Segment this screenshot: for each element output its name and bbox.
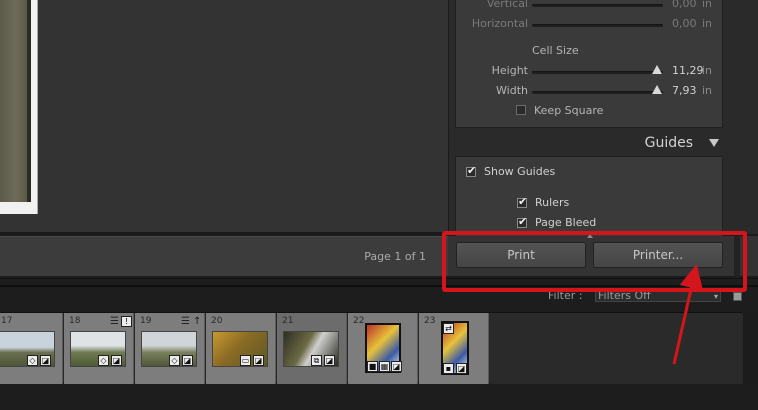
page-sheet bbox=[0, 0, 38, 214]
height-slider-thumb[interactable] bbox=[652, 65, 662, 74]
up-arrow-icon: ↑ bbox=[193, 316, 202, 327]
cell-number: 18 bbox=[69, 316, 81, 326]
print-preview-canvas bbox=[0, 0, 448, 234]
width-label: Width bbox=[496, 84, 528, 97]
list-icon: ☰ bbox=[110, 316, 119, 327]
cell-number: 20 bbox=[211, 316, 223, 326]
filmstrip-cell[interactable]: 17 ◇ ◪ bbox=[0, 313, 63, 385]
tag-icon: ◇ bbox=[169, 355, 180, 366]
vertical-slider-track[interactable] bbox=[532, 4, 663, 7]
filmstrip-empty-area bbox=[490, 313, 743, 385]
height-row: Height 11,29 in bbox=[456, 64, 724, 80]
filmstrip: 17 ◇ ◪ 18 ☰ ! ◇ ◪ 19 ☰ ↑ ◇ ◪ 20 ▭ ◪ 21 ⧉… bbox=[0, 312, 743, 385]
tag-icon: ◇ bbox=[98, 355, 109, 366]
annotation-highlight-box bbox=[442, 231, 747, 292]
tag-icon: ◇ bbox=[27, 355, 38, 366]
guides-panel: Show Guides Rulers Page Bleed bbox=[455, 156, 723, 236]
horizontal-spacing-row: Horizontal 0,00 in bbox=[456, 17, 724, 33]
page-bleed-option[interactable]: Page Bleed bbox=[517, 215, 597, 229]
horizontal-unit: in bbox=[702, 17, 713, 30]
square-icon: ■ bbox=[367, 361, 378, 372]
cell-number: 21 bbox=[282, 316, 294, 326]
edit-icon: ◪ bbox=[324, 355, 335, 366]
edit-icon: ◪ bbox=[40, 355, 51, 366]
edit-icon: ◪ bbox=[253, 355, 264, 366]
width-row: Width 7,93 in bbox=[456, 84, 724, 100]
bottom-strip bbox=[0, 384, 758, 410]
horizontal-value[interactable]: 0,00 bbox=[672, 17, 697, 30]
flag-icon: ! bbox=[121, 316, 132, 327]
height-value[interactable]: 11,29 bbox=[672, 64, 704, 77]
cell-number: 23 bbox=[424, 316, 436, 326]
edit-icon: ◪ bbox=[182, 355, 193, 366]
width-value[interactable]: 7,93 bbox=[672, 84, 697, 97]
horizontal-slider-track[interactable] bbox=[532, 24, 663, 27]
edit-icon: ◪ bbox=[391, 361, 402, 372]
height-label: Height bbox=[491, 64, 528, 77]
horizontal-label: Horizontal bbox=[471, 17, 528, 30]
height-slider-track[interactable] bbox=[532, 71, 663, 74]
cell-number: 22 bbox=[353, 316, 365, 326]
filmstrip-cell[interactable]: 18 ☰ ! ◇ ◪ bbox=[64, 313, 134, 385]
sync-icon: ⇄ bbox=[443, 323, 454, 334]
show-guides-option[interactable]: Show Guides bbox=[466, 164, 556, 178]
filmstrip-cell[interactable]: 21 ⧉ ◪ bbox=[277, 313, 347, 385]
edit-icon: ◪ bbox=[111, 355, 122, 366]
vertical-label: Vertical bbox=[486, 0, 528, 10]
filmstrip-cell[interactable]: 22 ■ ▦ ◪ bbox=[348, 313, 418, 385]
vertical-unit: in bbox=[702, 0, 713, 10]
vertical-spacing-row: Vertical 0,00 in bbox=[456, 0, 724, 13]
rulers-label: Rulers bbox=[535, 196, 570, 209]
height-unit: in bbox=[702, 64, 713, 77]
show-guides-checkbox[interactable] bbox=[466, 164, 476, 177]
layout-panel: Vertical 0,00 in Horizontal 0,00 in Cell… bbox=[455, 0, 723, 128]
guides-panel-header[interactable]: Guides bbox=[455, 133, 723, 153]
edit-icon: ◪ bbox=[456, 363, 467, 374]
collapse-triangle-icon[interactable] bbox=[709, 139, 719, 147]
cell-number: 17 bbox=[1, 316, 13, 326]
bottom-toolbar: Page 1 of 1 bbox=[0, 236, 448, 276]
width-slider-thumb[interactable] bbox=[652, 85, 662, 94]
guides-title: Guides bbox=[644, 135, 693, 151]
filmstrip-cell[interactable]: 19 ☰ ↑ ◇ ◪ bbox=[135, 313, 205, 385]
page-bleed-checkbox[interactable] bbox=[517, 215, 527, 228]
width-unit: in bbox=[702, 84, 713, 97]
rulers-option[interactable]: Rulers bbox=[517, 195, 570, 209]
cell-number: 19 bbox=[140, 316, 152, 326]
page-count: Page 1 of 1 bbox=[364, 250, 426, 263]
filmstrip-cell[interactable]: 23 ⇄ ▪ ◪ bbox=[419, 313, 489, 385]
page-bleed-label: Page Bleed bbox=[535, 216, 597, 229]
vertical-value[interactable]: 0,00 bbox=[672, 0, 697, 10]
panel-separator bbox=[0, 232, 448, 234]
crop-icon: ▭ bbox=[240, 355, 251, 366]
crop-icon: ▦ bbox=[379, 361, 390, 372]
filmstrip-cell[interactable]: 20 ▭ ◪ bbox=[206, 313, 276, 385]
cell-size-title: Cell Size bbox=[532, 44, 579, 57]
comment-icon: ▪ bbox=[443, 363, 454, 374]
page-photo bbox=[0, 0, 31, 202]
list-icon: ☰ bbox=[181, 316, 190, 327]
filter-switch[interactable] bbox=[733, 292, 742, 301]
keep-square-label: Keep Square bbox=[534, 103, 604, 117]
dropdown-arrow-icon: ▾ bbox=[713, 292, 718, 301]
show-guides-label: Show Guides bbox=[484, 165, 556, 178]
copy-icon: ⧉ bbox=[311, 355, 322, 366]
rulers-checkbox[interactable] bbox=[517, 195, 527, 208]
keep-square-option[interactable]: Keep Square bbox=[516, 103, 603, 117]
width-slider-track[interactable] bbox=[532, 91, 663, 94]
keep-square-checkbox[interactable] bbox=[516, 105, 526, 115]
right-panel: Vertical 0,00 in Horizontal 0,00 in Cell… bbox=[448, 0, 758, 236]
